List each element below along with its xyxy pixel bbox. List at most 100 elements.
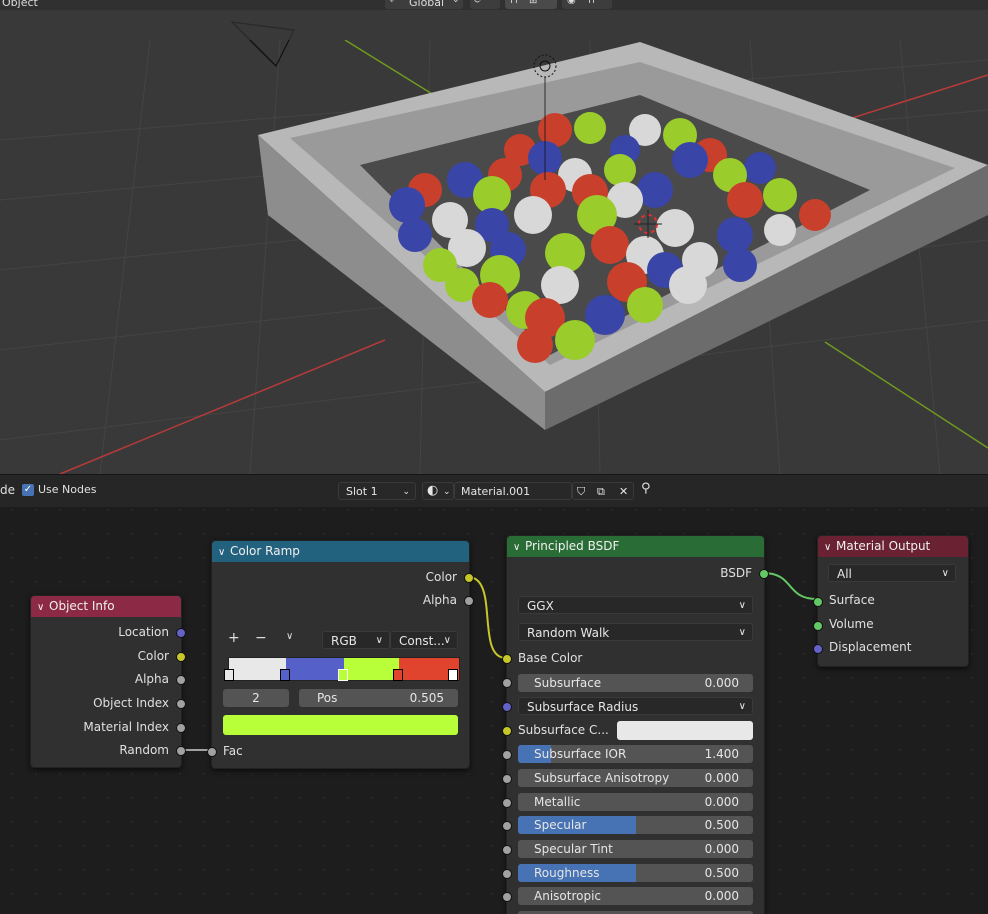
chevron-down-icon: ⌄ (443, 487, 451, 497)
principled-bsdf-node[interactable]: ∨ Principled BSDF BSDF GGX ∨ Random Walk ∨ … (502, 535, 769, 914)
duplicate-icon[interactable]: ⧉ (597, 483, 605, 501)
socket-color[interactable] (176, 652, 186, 662)
pivot-point-dropdown[interactable]: ⟳ (470, 0, 500, 9)
material-output-node[interactable]: ∨ Material Output All ∨ Surface Volume Dis… (813, 535, 969, 667)
socket-volume[interactable] (813, 621, 823, 631)
roughness-field[interactable]: Roughness 0.500 (518, 864, 753, 882)
node-header[interactable]: ∨ Object Info (31, 596, 181, 617)
active-stop-index-field[interactable]: 2 (223, 689, 289, 707)
color-mode-dropdown[interactable]: RGB ∨ (322, 631, 390, 649)
chevron-down-icon: ∨ (738, 600, 746, 611)
socket-subsurface[interactable] (502, 678, 512, 688)
material-name-field[interactable]: Material.001 (454, 482, 572, 500)
socket-metallic[interactable] (502, 798, 512, 808)
socket-fac[interactable] (207, 747, 217, 757)
subsurface-anisotropy-field[interactable]: Subsurface Anisotropy 0.000 (518, 769, 753, 787)
specular-field[interactable]: Specular 0.500 (518, 816, 753, 834)
subsurface-ior-field[interactable]: Subsurface IOR 1.400 (518, 745, 753, 763)
pin-icon[interactable]: ⚲ (641, 481, 651, 496)
chevron-down-icon: ∨ (941, 568, 949, 579)
socket-color[interactable] (464, 573, 474, 583)
output-color: Color (425, 570, 457, 584)
use-nodes-checkbox[interactable]: ✓ (22, 484, 34, 496)
active-stop-color-swatch[interactable] (223, 715, 458, 735)
node-header[interactable]: ∨ Principled BSDF (507, 536, 764, 557)
color-ramp-node[interactable]: ∨ Color Ramp Color Alpha + − ∨ RGB ∨ Const… (207, 540, 474, 769)
anisotropic-field[interactable]: Anisotropic 0.000 (518, 887, 753, 905)
socket-alpha[interactable] (176, 675, 186, 685)
node-header[interactable]: ∨ Material Output (818, 536, 968, 557)
stop-position-field[interactable]: Pos 0.505 (299, 689, 458, 707)
ramp-stop-handle[interactable] (393, 669, 403, 681)
viewport-header: Object ⌖ Global ⌄ ⟳ ⊓ ⊞ ◉ ∩ (0, 0, 988, 10)
socket-subsurface-radius[interactable] (502, 702, 512, 712)
socket-subsurface-ior[interactable] (502, 750, 512, 760)
socket-location[interactable] (176, 628, 186, 638)
socket-specular[interactable] (502, 821, 512, 831)
fake-user-shield-icon[interactable]: ⛉ (577, 483, 585, 501)
input-volume: Volume (829, 617, 874, 631)
ramp-band (344, 658, 399, 680)
node-header[interactable]: ∨ Color Ramp (212, 541, 469, 562)
subsurface-field[interactable]: Subsurface 0.000 (518, 674, 753, 692)
close-icon[interactable]: ✕ (619, 483, 628, 501)
chevron-down-icon: ∨ (375, 635, 383, 646)
input-subsurface-color: Subsurface C... (518, 723, 609, 737)
chevron-down-icon: ∨ (443, 635, 451, 646)
collapse-chevron-icon[interactable]: ∨ (513, 537, 525, 558)
orientation-icon: ⌖ (389, 0, 395, 6)
snap-toggle[interactable]: ⊓ ⊞ (505, 0, 557, 9)
socket-random[interactable] (176, 746, 186, 756)
material-actions: ⛉ ⧉ ✕ (572, 482, 634, 500)
ramp-menu-chevron-icon[interactable]: ∨ (286, 631, 293, 642)
input-surface: Surface (829, 593, 875, 607)
collapse-chevron-icon[interactable]: ∨ (37, 597, 49, 618)
shader-node-editor[interactable]: de ✓ Use Nodes Slot 1 ⌄ ◐ ⌄ Material.001… (0, 474, 988, 914)
chevron-down-icon: ⌄ (452, 0, 460, 5)
input-base-color: Base Color (518, 651, 583, 665)
snap-increment-icon: ⊞ (529, 0, 538, 6)
socket-anisotropic[interactable] (502, 892, 512, 902)
slot-dropdown[interactable]: Slot 1 ⌄ (338, 482, 416, 500)
proportional-editing[interactable]: ◉ ∩ (562, 0, 612, 9)
input-fac: Fac (223, 744, 243, 758)
socket-roughness[interactable] (502, 869, 512, 879)
ramp-stop-handle[interactable] (224, 669, 234, 681)
interpolation-dropdown[interactable]: Const... ∨ (390, 631, 458, 649)
socket-base-color[interactable] (502, 654, 512, 664)
distribution-dropdown[interactable]: GGX ∨ (518, 596, 753, 614)
socket-alpha[interactable] (464, 596, 474, 606)
socket-object-index[interactable] (176, 699, 186, 709)
3d-viewport[interactable]: Object ⌖ Global ⌄ ⟳ ⊓ ⊞ ◉ ∩ (0, 0, 988, 474)
output-location: Location (118, 625, 169, 639)
subsurface-color-swatch[interactable] (617, 721, 753, 740)
chevron-down-icon: ∨ (738, 627, 746, 638)
output-color: Color (137, 649, 169, 663)
socket-surface[interactable] (813, 597, 823, 607)
render-target-dropdown[interactable]: All ∨ (828, 564, 956, 582)
remove-stop-button[interactable]: − (255, 630, 267, 646)
subsurface-radius-dropdown[interactable]: Subsurface Radius ∨ (518, 697, 753, 715)
collapse-chevron-icon[interactable]: ∨ (218, 542, 230, 563)
object-mode-label[interactable]: Object (2, 0, 38, 9)
collapse-chevron-icon[interactable]: ∨ (824, 537, 836, 558)
ramp-stop-handle[interactable] (448, 669, 458, 681)
subsurface-method-dropdown[interactable]: Random Walk ∨ (518, 623, 753, 641)
socket-specular-tint[interactable] (502, 845, 512, 855)
ramp-stop-handle[interactable] (280, 669, 290, 681)
add-stop-button[interactable]: + (228, 630, 240, 646)
chevron-down-icon: ∨ (738, 701, 746, 712)
output-alpha: Alpha (134, 672, 169, 686)
metallic-field[interactable]: Metallic 0.000 (518, 793, 753, 811)
specular-tint-field[interactable]: Specular Tint 0.000 (518, 840, 753, 858)
material-browse-button[interactable]: ◐ ⌄ (422, 482, 454, 500)
object-info-node[interactable]: ∨ Object Info Location Color Alpha Object… (30, 595, 186, 768)
socket-subsurface-anisotropy[interactable] (502, 774, 512, 784)
socket-displacement[interactable] (813, 644, 823, 654)
socket-bsdf[interactable] (759, 569, 769, 579)
socket-material-index[interactable] (176, 723, 186, 733)
ramp-stop-handle-active[interactable] (338, 669, 348, 681)
editor-mode-label[interactable]: de (0, 483, 15, 497)
socket-subsurface-color[interactable] (502, 726, 512, 736)
transform-orientation-dropdown[interactable]: ⌖ Global ⌄ (385, 0, 463, 9)
